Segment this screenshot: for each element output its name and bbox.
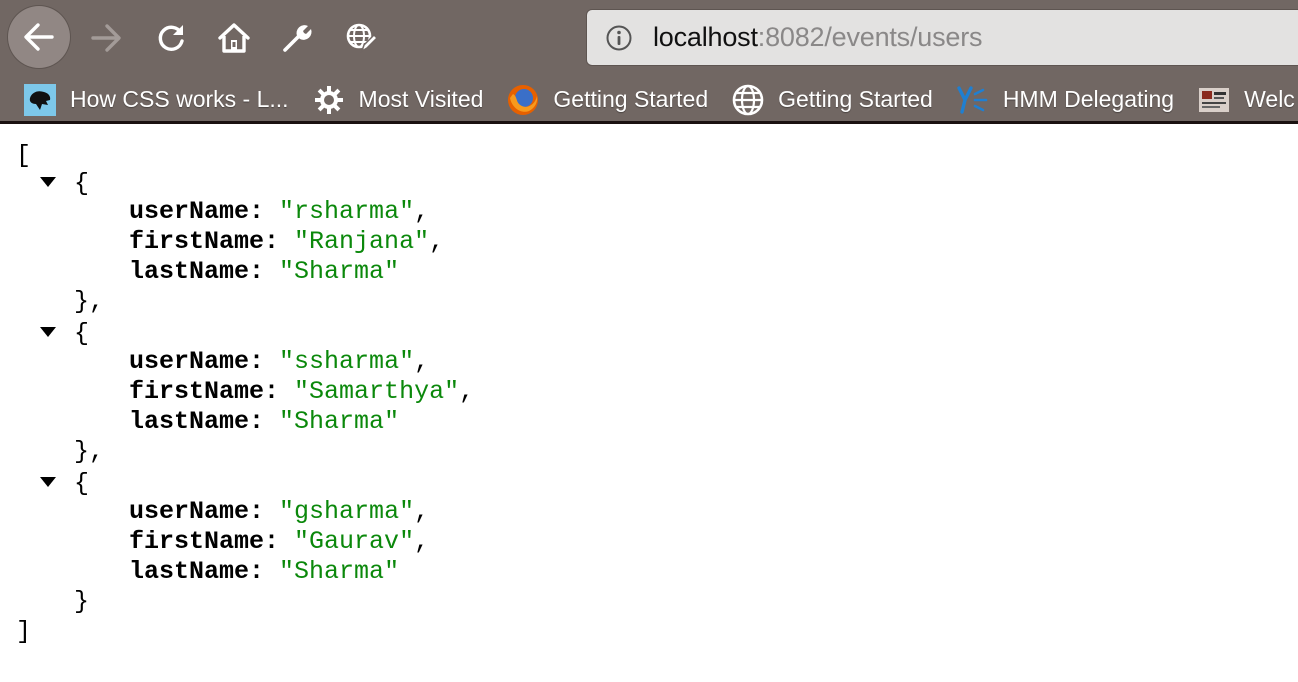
comma: , [414, 197, 430, 226]
json-key: userName: [129, 197, 265, 226]
forward-button[interactable] [84, 16, 128, 60]
object-close-brace: }, [74, 287, 105, 316]
site-thumbnail-icon [1198, 84, 1230, 116]
url-path: :8082/events/users [757, 22, 983, 52]
back-arrow-icon [24, 23, 54, 51]
json-key: firstName: [129, 227, 280, 256]
bookmark-label: Most Visited [358, 86, 484, 112]
object-open-brace: { [74, 169, 90, 198]
bookmark-label: How CSS works - L... [70, 86, 289, 112]
firefox-icon [507, 84, 539, 116]
url-host: localhost [653, 22, 758, 52]
globe-icon [732, 84, 764, 116]
object-close-brace: }, [74, 437, 105, 466]
reload-icon [158, 25, 184, 51]
json-value: "Gaurav" [294, 527, 415, 556]
json-key: firstName: [129, 527, 280, 556]
json-value: "Ranjana" [294, 227, 430, 256]
css-site-icon [24, 83, 56, 116]
bookmark-label: Getting Started [553, 86, 709, 112]
bookmark-hmm-delegating[interactable]: HMM Delegating [957, 84, 1174, 116]
bookmark-getting-started-globe[interactable]: Getting Started [732, 84, 933, 116]
field-row-username: userName: "gsharma", [129, 497, 429, 527]
json-value: "gsharma" [279, 497, 415, 526]
bookmarks-bar: How CSS works - L... Most Visited Gettin… [0, 78, 1298, 121]
home-icon [218, 23, 250, 53]
bookmark-welcome[interactable]: Welc [1198, 84, 1295, 116]
url-text[interactable]: localhost:8082/events/users [653, 22, 983, 53]
globe-pencil-icon [346, 23, 378, 53]
bookmark-label: Welc [1244, 86, 1295, 112]
comma: , [414, 527, 430, 556]
comma: , [414, 347, 430, 376]
field-row-username: userName: "rsharma", [129, 197, 429, 227]
field-row-firstname: firstName: "Gaurav", [129, 527, 429, 557]
bookmark-label: Getting Started [778, 86, 933, 112]
bookmark-label: HMM Delegating [1002, 86, 1175, 112]
json-value: "Sharma" [279, 257, 400, 286]
yammer-icon [957, 84, 989, 116]
bookmark-how-css-works[interactable]: How CSS works - L... [24, 83, 289, 116]
field-row-username: userName: "ssharma", [129, 347, 429, 377]
collapse-toggle-icon[interactable] [40, 477, 56, 487]
reload-button[interactable] [149, 16, 193, 60]
field-row-lastname: lastName: "Sharma" [129, 257, 399, 287]
browser-toolbar: localhost:8082/events/users [0, 0, 1298, 78]
json-value: "Samarthya" [294, 377, 460, 406]
bookmark-most-visited[interactable]: Most Visited [313, 84, 484, 116]
comma: , [429, 227, 445, 256]
collapse-toggle-icon[interactable] [40, 177, 56, 187]
json-value: "ssharma" [279, 347, 415, 376]
back-button[interactable] [8, 6, 70, 68]
wrench-icon [283, 25, 312, 52]
address-bar[interactable]: localhost:8082/events/users [586, 9, 1298, 66]
json-value: "Sharma" [279, 557, 400, 586]
comma: , [459, 377, 475, 406]
extension-button[interactable] [339, 16, 383, 60]
gear-icon [313, 84, 345, 116]
json-key: lastName: [129, 257, 265, 286]
field-row-lastname: lastName: "Sharma" [129, 407, 399, 437]
info-icon[interactable] [605, 24, 633, 52]
toolbar-divider [0, 121, 1298, 124]
array-close-bracket: ] [16, 617, 32, 646]
field-row-firstname: firstName: "Samarthya", [129, 377, 474, 407]
array-open-bracket: [ [16, 141, 32, 170]
object-open-brace: { [74, 319, 90, 348]
field-row-lastname: lastName: "Sharma" [129, 557, 399, 587]
bookmark-getting-started-firefox[interactable]: Getting Started [507, 84, 708, 116]
comma: , [414, 497, 430, 526]
json-key: userName: [129, 347, 265, 376]
forward-arrow-icon [91, 24, 121, 52]
object-open-brace: { [74, 469, 90, 498]
json-key: firstName: [129, 377, 280, 406]
field-row-firstname: firstName: "Ranjana", [129, 227, 444, 257]
object-close-brace: } [74, 587, 90, 616]
json-key: lastName: [129, 557, 265, 586]
tools-button[interactable] [275, 16, 319, 60]
collapse-toggle-icon[interactable] [40, 327, 56, 337]
json-value: "Sharma" [279, 407, 400, 436]
json-key: userName: [129, 497, 265, 526]
home-button[interactable] [212, 16, 256, 60]
json-key: lastName: [129, 407, 265, 436]
json-value: "rsharma" [279, 197, 415, 226]
